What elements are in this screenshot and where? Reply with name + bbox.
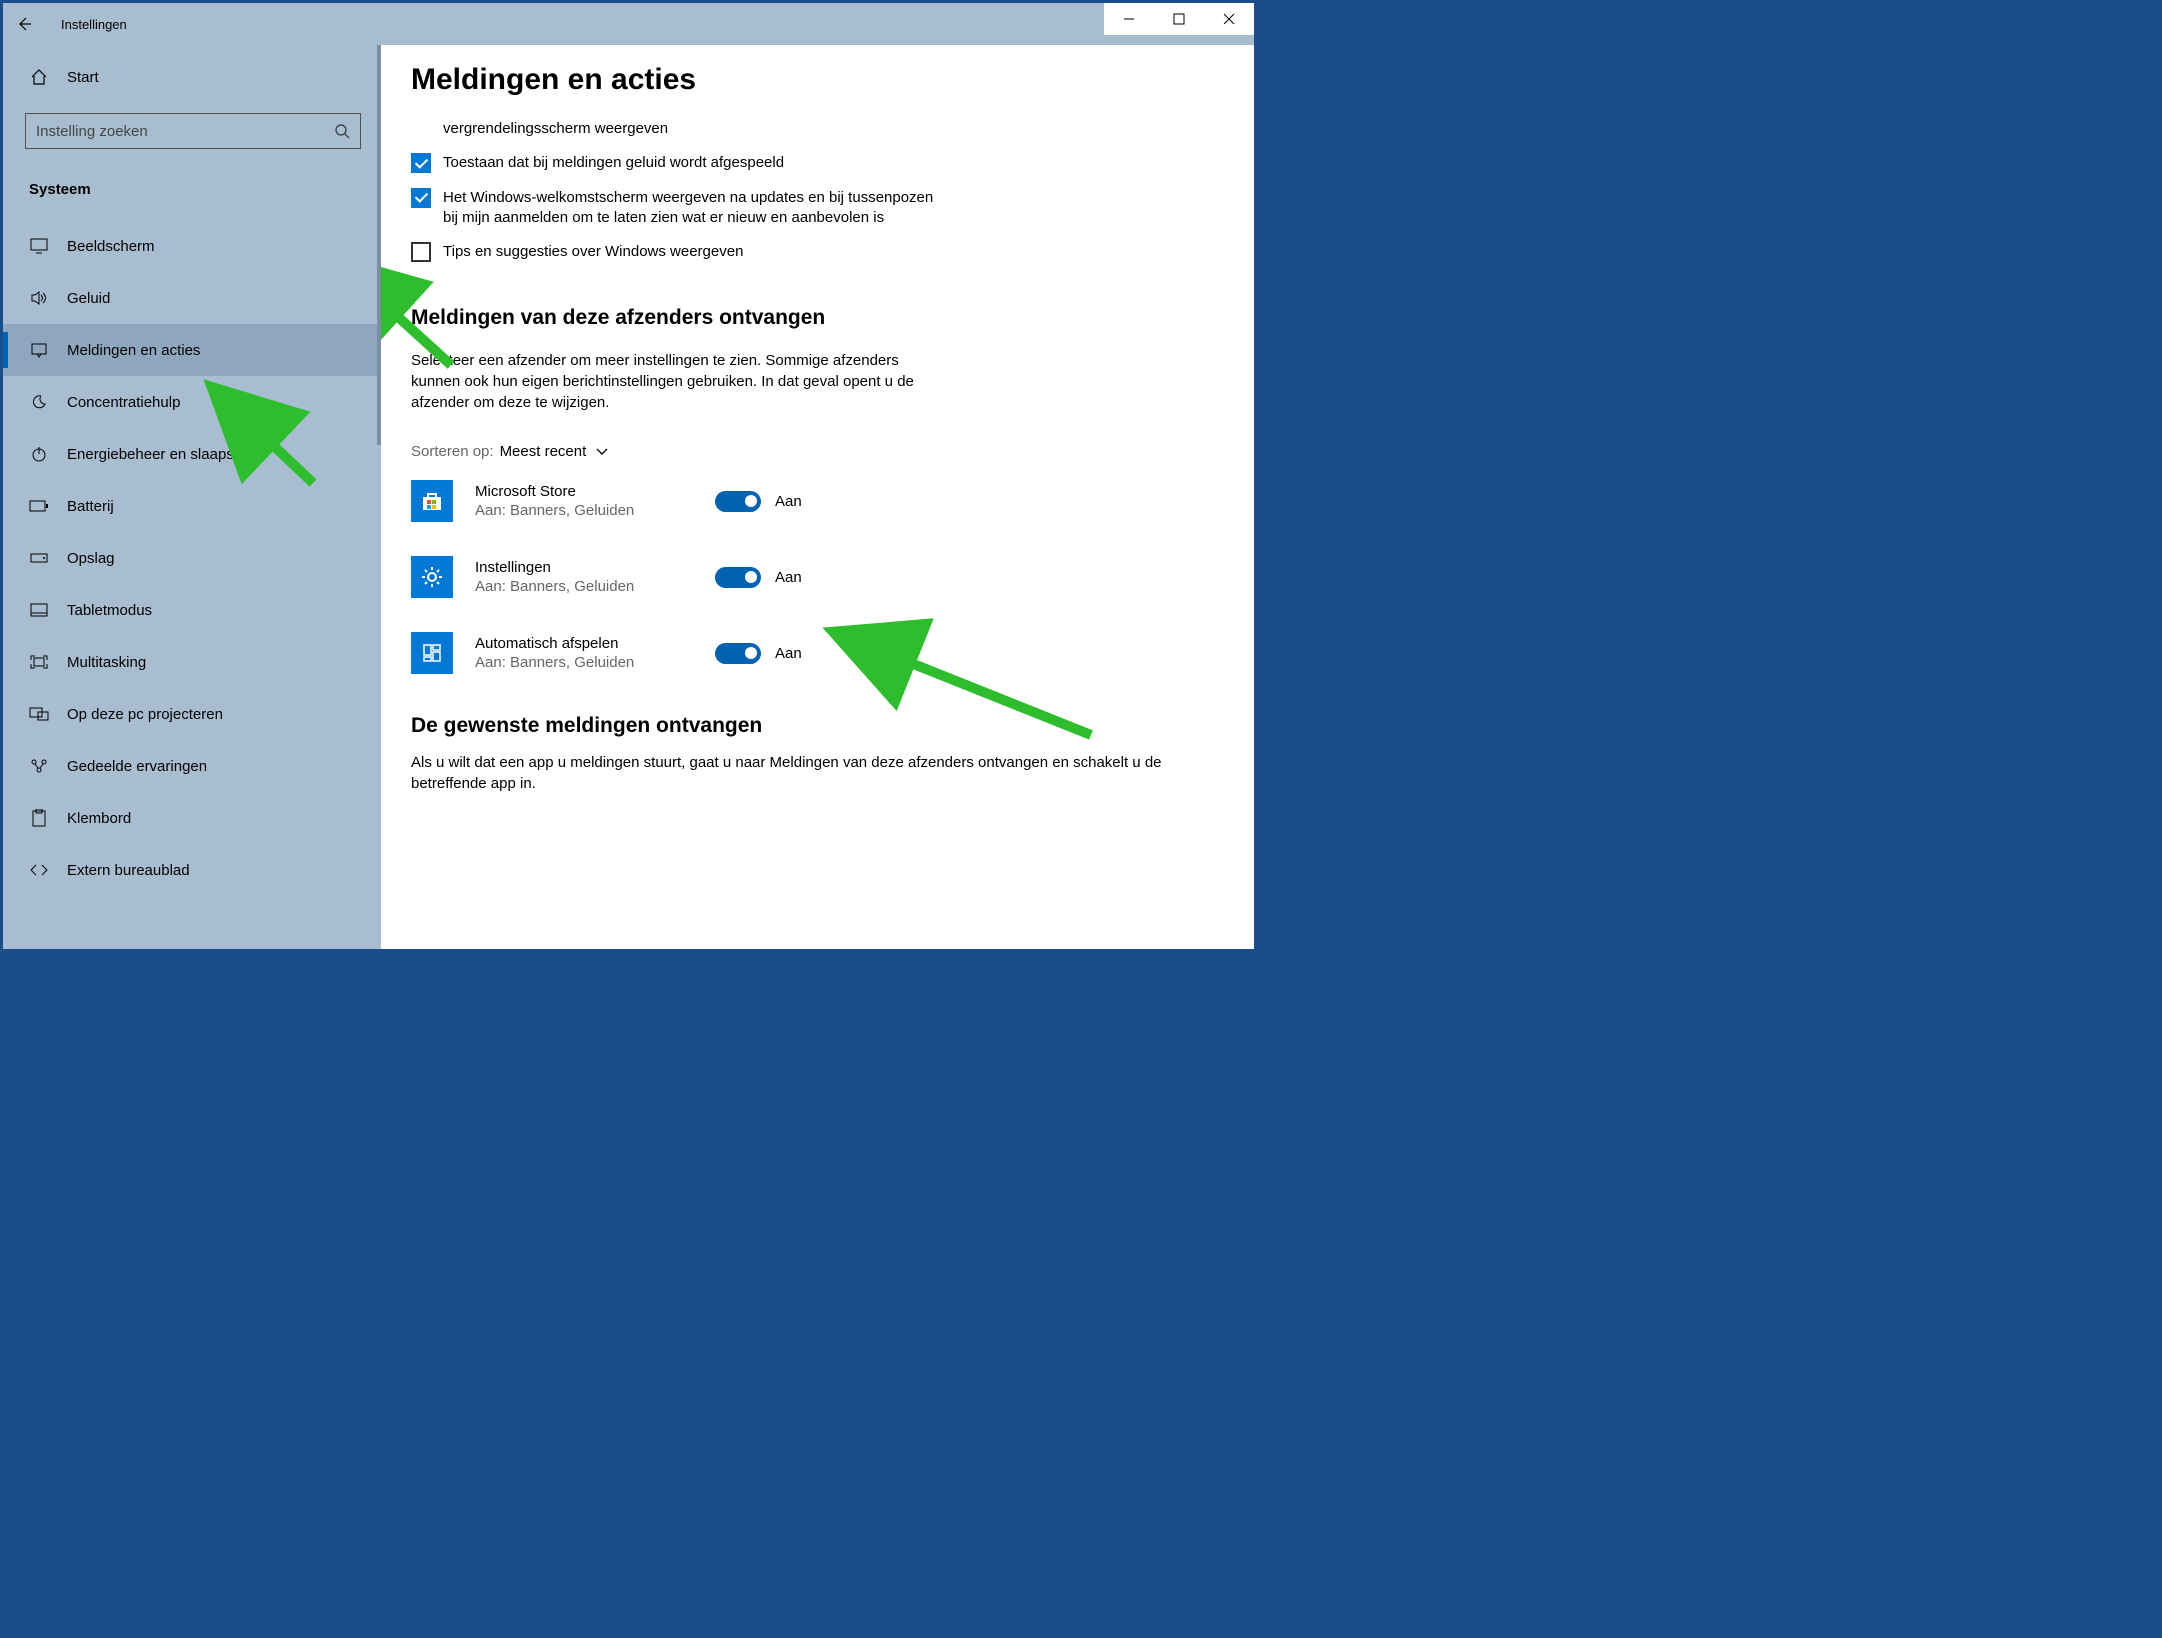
toggle-instellingen[interactable] (715, 567, 761, 588)
checkbox-tips[interactable] (411, 242, 431, 262)
checkbox-sound[interactable] (411, 153, 431, 173)
back-button[interactable] (3, 3, 45, 45)
power-icon (29, 446, 49, 462)
sender-sub: Aan: Banners, Geluiden (475, 578, 715, 595)
sidebar-item-label: Batterij (67, 498, 114, 515)
search-input-wrapper[interactable] (25, 113, 361, 149)
toggle-state: Aan (775, 493, 802, 510)
sidebar-item-label: Op deze pc projecteren (67, 706, 223, 723)
sidebar-item-label: Concentratiehulp (67, 394, 180, 411)
sidebar-item-label: Tabletmodus (67, 602, 152, 619)
sidebar-item-beeldscherm[interactable]: Beeldscherm (3, 220, 381, 272)
toggle-state: Aan (775, 569, 802, 586)
sidebar-item-label: Meldingen en acties (67, 342, 200, 359)
sender-row[interactable]: Instellingen Aan: Banners, Geluiden Aan (411, 556, 1224, 598)
moon-icon (29, 394, 49, 410)
desired-desc: Als u wilt dat een app u meldingen stuur… (411, 752, 1224, 794)
checkbox-welcome[interactable] (411, 188, 431, 208)
section-label: Systeem (3, 167, 381, 220)
checkbox-label: Het Windows-welkomstscherm weergeven na … (443, 188, 951, 229)
toggle-state: Aan (775, 645, 802, 662)
battery-icon (29, 500, 49, 512)
home-button[interactable]: Start (3, 53, 381, 101)
sidebar-item-label: Klembord (67, 810, 131, 827)
sidebar-item-batterij[interactable]: Batterij (3, 480, 381, 532)
chevron-down-icon (596, 448, 608, 456)
display-icon (29, 238, 49, 254)
gear-icon (411, 556, 453, 598)
sidebar-item-geluid[interactable]: Geluid (3, 272, 381, 324)
sidebar-item-label: Beeldscherm (67, 238, 155, 255)
close-button[interactable] (1204, 3, 1254, 35)
sidebar: Start Systeem Beeldscherm Geluid Melding… (3, 45, 381, 949)
multitask-icon (29, 655, 49, 669)
sound-icon (29, 290, 49, 306)
sidebar-item-projecteren[interactable]: Op deze pc projecteren (3, 688, 381, 740)
checkbox-label: Toestaan dat bij meldingen geluid wordt … (443, 153, 784, 173)
sender-row[interactable]: Automatisch afspelen Aan: Banners, Gelui… (411, 632, 1224, 674)
toggle-autoplay[interactable] (715, 643, 761, 664)
sidebar-item-energiebeheer[interactable]: Energiebeheer en slaapstand (3, 428, 381, 480)
sender-name: Automatisch afspelen (475, 635, 715, 652)
sidebar-item-label: Extern bureaublad (67, 862, 190, 879)
main-content: Meldingen en acties vergrendelingsscherm… (381, 45, 1254, 949)
remote-icon (29, 863, 49, 877)
sort-value: Meest recent (500, 443, 587, 460)
home-label: Start (67, 69, 99, 86)
sort-label: Sorteren op: (411, 443, 494, 460)
search-input[interactable] (36, 123, 334, 140)
senders-title: Meldingen van deze afzenders ontvangen (411, 306, 1224, 330)
sender-name: Microsoft Store (475, 483, 715, 500)
checkbox-label: Tips en suggesties over Windows weergeve… (443, 242, 743, 262)
desired-title: De gewenste meldingen ontvangen (411, 714, 1224, 738)
page-title: Meldingen en acties (411, 63, 1224, 97)
sidebar-item-gedeelde[interactable]: Gedeelde ervaringen (3, 740, 381, 792)
project-icon (29, 707, 49, 721)
tablet-icon (29, 603, 49, 617)
window-title: Instellingen (61, 17, 127, 32)
minimize-button[interactable] (1104, 3, 1154, 35)
sidebar-item-label: Energiebeheer en slaapstand (67, 446, 263, 463)
checkbox-label: vergrendelingsscherm weergeven (443, 119, 668, 139)
sidebar-item-label: Opslag (67, 550, 115, 567)
sender-row[interactable]: Microsoft Store Aan: Banners, Geluiden A… (411, 480, 1224, 522)
sidebar-item-extern[interactable]: Extern bureaublad (3, 844, 381, 896)
sender-sub: Aan: Banners, Geluiden (475, 654, 715, 671)
maximize-button[interactable] (1154, 3, 1204, 35)
home-icon (29, 68, 49, 86)
grid-icon (411, 632, 453, 674)
senders-desc: Selecteer een afzender om meer instellin… (411, 350, 951, 413)
sidebar-item-concentratiehulp[interactable]: Concentratiehulp (3, 376, 381, 428)
toggle-store[interactable] (715, 491, 761, 512)
clipboard-icon (29, 809, 49, 827)
sender-sub: Aan: Banners, Geluiden (475, 502, 715, 519)
sidebar-item-multitasking[interactable]: Multitasking (3, 636, 381, 688)
sidebar-item-tabletmodus[interactable]: Tabletmodus (3, 584, 381, 636)
sidebar-item-label: Multitasking (67, 654, 146, 671)
sidebar-item-meldingen[interactable]: Meldingen en acties (3, 324, 381, 376)
storage-icon (29, 553, 49, 563)
store-icon (411, 480, 453, 522)
sidebar-item-label: Geluid (67, 290, 110, 307)
sender-name: Instellingen (475, 559, 715, 576)
search-icon (334, 123, 350, 139)
notify-icon (29, 342, 49, 358)
sidebar-item-klembord[interactable]: Klembord (3, 792, 381, 844)
sidebar-item-label: Gedeelde ervaringen (67, 758, 207, 775)
shared-icon (29, 758, 49, 774)
sidebar-item-opslag[interactable]: Opslag (3, 532, 381, 584)
sort-dropdown[interactable]: Sorteren op: Meest recent (411, 443, 1224, 460)
